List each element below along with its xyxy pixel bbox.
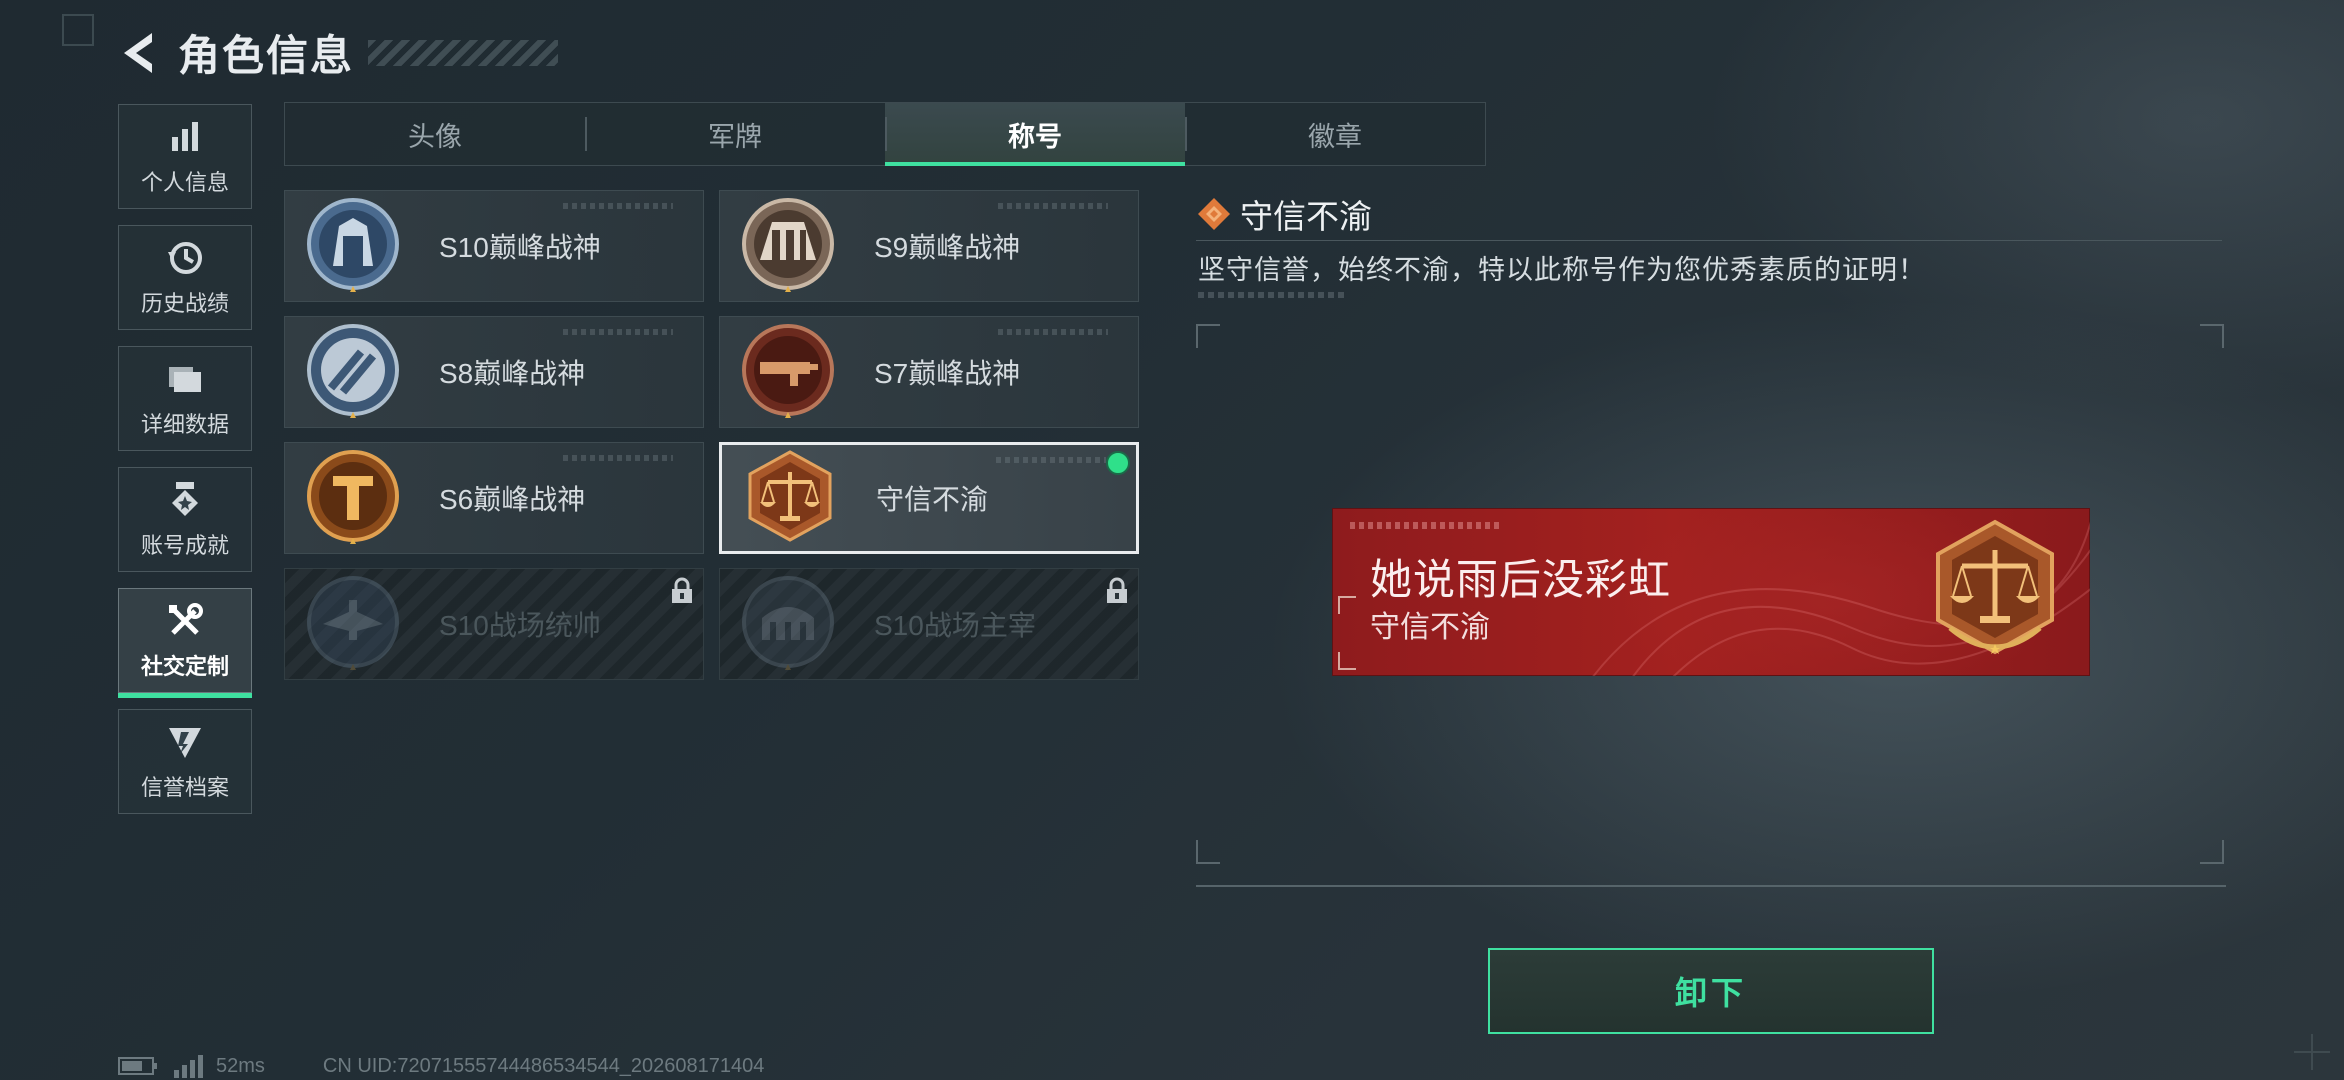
- title-card-name: 守信不渝: [876, 484, 989, 515]
- card-decoration: [998, 203, 1108, 209]
- s10-commander-emblem-icon: [307, 576, 399, 670]
- tools-icon: [169, 602, 203, 635]
- tab-title[interactable]: 称号: [885, 103, 1185, 166]
- sidebar-item-label: 个人信息: [140, 169, 229, 195]
- title-card-name: S9巅峰战神: [874, 232, 1021, 263]
- bar-chart-icon: [172, 121, 198, 151]
- s6-peak-emblem-icon: [307, 450, 399, 544]
- title-card-name: S8巅峰战神: [439, 358, 586, 389]
- card-decoration: [563, 455, 673, 461]
- s7-peak-emblem-icon: [742, 324, 834, 418]
- preview-frame-corner: [2200, 324, 2224, 348]
- banner-decoration: [1350, 522, 1500, 529]
- diamond-icon: [1198, 198, 1230, 230]
- title-stripes-decoration: [368, 39, 559, 66]
- plus-corner-icon: [2294, 1034, 2330, 1070]
- customization-tabs: 头像 军牌 称号 徽章: [284, 102, 1486, 166]
- sidebar-item-reputation[interactable]: 信誉档案: [118, 709, 252, 814]
- back-arrow-icon[interactable]: [118, 31, 162, 75]
- title-card-locked[interactable]: S10战场主宰: [719, 568, 1139, 680]
- sidebar-item-label: 详细数据: [140, 411, 229, 437]
- page-title: 角色信息: [178, 32, 355, 79]
- s9-peak-emblem-icon: [742, 198, 834, 292]
- title-card[interactable]: S10巅峰战神: [284, 190, 704, 302]
- title-card[interactable]: S6巅峰战神: [284, 442, 704, 554]
- history-icon: [168, 241, 202, 274]
- card-decoration: [998, 329, 1108, 335]
- banner-corner: [1338, 596, 1356, 614]
- title-card-name: S10战场主宰: [874, 610, 1036, 641]
- preview-frame-corner: [2200, 840, 2224, 864]
- ping-value: 52ms: [216, 1054, 265, 1077]
- page-header: 角色信息: [118, 22, 559, 83]
- card-decoration: [563, 203, 673, 209]
- scales-emblem-icon: [748, 450, 832, 542]
- user-uid: CN UID:72071555744486534544_202608171404: [322, 1054, 765, 1077]
- detail-title: 守信不渝: [1240, 198, 1372, 235]
- lock-icon: [672, 577, 692, 603]
- title-card-name: S7巅峰战神: [874, 358, 1021, 389]
- preview-divider: [1196, 885, 2226, 887]
- sidebar-item-social-custom[interactable]: 社交定制: [118, 588, 252, 698]
- card-decoration: [996, 457, 1106, 463]
- title-detail-header: 守信不渝: [1196, 190, 1372, 238]
- s10-peak-emblem-icon: [307, 198, 399, 292]
- tab-badge[interactable]: 徽章: [1185, 103, 1485, 165]
- signal-icon: [174, 1055, 203, 1078]
- title-card-name: S10巅峰战神: [439, 232, 601, 263]
- status-bar: 52ms CN UID:72071555744486534544_2026081…: [118, 1054, 764, 1078]
- title-grid: S10巅峰战神 S9巅峰战神 S8巅峰战神 S7巅峰战神 S6巅峰战神 守信不渝…: [284, 190, 1139, 680]
- preview-player-name: 她说雨后没彩虹: [1370, 556, 1672, 603]
- sidebar-item-label: 历史战绩: [140, 290, 229, 316]
- lock-icon: [1107, 577, 1127, 603]
- title-card[interactable]: S9巅峰战神: [719, 190, 1139, 302]
- achievement-icon: [172, 481, 198, 516]
- title-preview-banner: 她说雨后没彩虹 守信不渝: [1332, 508, 2090, 676]
- preview-frame-corner: [1196, 840, 1220, 864]
- title-card-locked[interactable]: S10战场统帅: [284, 568, 704, 680]
- card-decoration: [563, 329, 673, 335]
- title-card-name: S6巅峰战神: [439, 484, 586, 515]
- sidebar-item-achievements[interactable]: 账号成就: [118, 467, 252, 572]
- title-card-name: S10战场统帅: [439, 610, 601, 641]
- sidebar-item-label: 信誉档案: [140, 774, 229, 800]
- title-card[interactable]: S7巅峰战神: [719, 316, 1139, 428]
- preview-frame-corner: [1196, 324, 1220, 348]
- reputation-icon: [169, 727, 201, 758]
- s8-peak-emblem-icon: [307, 324, 399, 418]
- sidebar: 个人信息 历史战绩 详细数据 账号成就 社交定制 信誉档案: [118, 104, 252, 830]
- unequip-button[interactable]: 卸下: [1488, 948, 1934, 1034]
- banner-corner: [1338, 652, 1356, 670]
- corner-frame-mark: [62, 14, 94, 46]
- title-card[interactable]: S8巅峰战神: [284, 316, 704, 428]
- sidebar-item-label: 账号成就: [140, 532, 229, 558]
- battery-icon: [118, 1057, 157, 1075]
- folder-icon: [169, 366, 201, 392]
- sidebar-item-label: 社交定制: [140, 653, 229, 679]
- sidebar-item-history[interactable]: 历史战绩: [118, 225, 252, 330]
- equipped-indicator: [1106, 451, 1130, 475]
- detail-divider: [1196, 240, 2222, 241]
- detail-description: 坚守信誉，始终不渝，特以此称号作为您优秀素质的证明！: [1198, 255, 1926, 285]
- s10-dominator-emblem-icon: [742, 576, 834, 670]
- scales-emblem-icon: [1936, 519, 2054, 655]
- preview-title-text: 守信不渝: [1370, 611, 1490, 644]
- sidebar-item-detailed-data[interactable]: 详细数据: [118, 346, 252, 451]
- tab-dog-tag[interactable]: 军牌: [585, 103, 885, 165]
- tab-avatar[interactable]: 头像: [285, 103, 585, 165]
- description-decoration: [1198, 292, 1348, 298]
- sidebar-item-personal-info[interactable]: 个人信息: [118, 104, 252, 209]
- title-card-selected[interactable]: 守信不渝: [719, 442, 1139, 554]
